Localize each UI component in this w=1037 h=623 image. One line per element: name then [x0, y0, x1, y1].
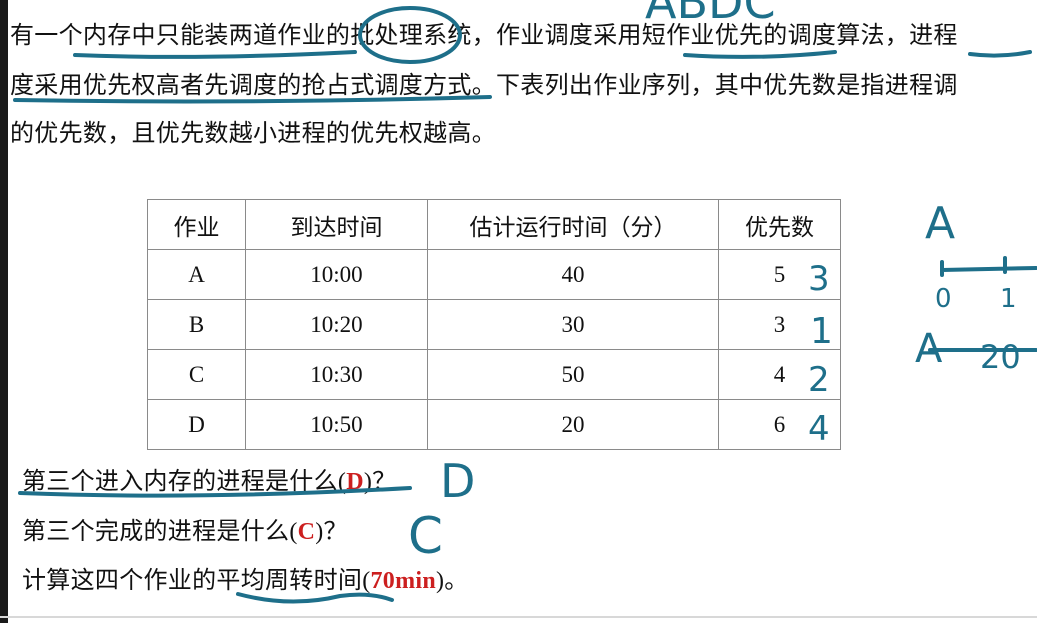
cell-arrival: 10:30: [245, 349, 428, 400]
table-row: B 10:20 30 3: [147, 299, 841, 350]
question-3-text: 计算这四个作业的平均周转时间: [22, 566, 363, 594]
problem-text-line-3: 的优先数，且优先数越小进程的优先权越高。: [10, 119, 496, 147]
question-2-text: 第三个完成的进程是什么: [22, 517, 290, 545]
underline-short-job: [683, 50, 837, 59]
handwritten-answer-d: D: [440, 454, 475, 508]
handwritten-tick-1: 1: [1000, 284, 1017, 314]
timeline-axis: [940, 256, 1037, 277]
table-row: D 10:50 20 6: [147, 399, 841, 450]
cell-priority: 4: [718, 349, 841, 400]
cell-job: C: [147, 349, 246, 400]
job-table: 作业 到达时间 估计运行时间（分） 优先数 A 10:00 40 5 B 10:…: [147, 199, 841, 450]
cell-arrival: 10:50: [245, 399, 428, 450]
cell-job: A: [147, 249, 246, 300]
handwritten-timeline2-label: A: [915, 326, 943, 372]
handwritten-tick-0: 0: [935, 284, 952, 314]
question-1-open: (: [337, 469, 347, 495]
handwritten-answer-c: C: [408, 507, 443, 565]
table-header-row: 作业 到达时间 估计运行时间（分） 优先数: [147, 199, 841, 250]
cell-runtime: 50: [427, 349, 719, 400]
question-2-open: (: [289, 519, 298, 545]
problem-text-line-2: 度采用优先权高者先调度的抢占式调度方式。下表列出作业序列，其中优先数是指进程调: [10, 71, 958, 99]
cell-runtime: 40: [427, 249, 719, 300]
question-3: 计算这四个作业的平均周转时间(70min)。: [22, 565, 469, 596]
table-row: C 10:30 50 4: [147, 349, 841, 400]
question-1-close: )？: [363, 469, 397, 495]
question-2: 第三个完成的进程是什么(C)？: [22, 516, 348, 547]
handwritten-timeline-label: A: [925, 198, 955, 249]
underline-process: [968, 50, 1032, 58]
underline-memory: [73, 50, 357, 59]
handwritten-timeline2-value: 20: [980, 338, 1021, 376]
cell-runtime: 20: [427, 399, 719, 450]
header-job: 作业: [147, 199, 246, 250]
question-1-text: 第三个进入内存的进程是什么: [22, 467, 338, 495]
cell-priority: 5: [718, 249, 841, 300]
question-2-answer: C: [297, 519, 316, 545]
question-3-close: )。: [436, 568, 469, 594]
cell-job: B: [147, 299, 246, 350]
header-runtime: 估计运行时间（分）: [427, 199, 719, 250]
question-1: 第三个进入内存的进程是什么(D)？: [22, 466, 396, 497]
problem-text-line-1: 有一个内存中只能装两道作业的批处理系统，作业调度采用短作业优先的调度算法，进程: [10, 21, 958, 49]
header-priority: 优先数: [718, 199, 841, 250]
cell-arrival: 10:20: [245, 299, 428, 350]
question-2-close: )？: [315, 519, 348, 545]
cell-priority: 3: [718, 299, 841, 350]
cell-runtime: 30: [427, 299, 719, 350]
bottom-divider: [0, 616, 1037, 618]
question-3-answer: 70min: [370, 568, 437, 594]
header-arrival-time: 到达时间: [245, 199, 428, 250]
cell-priority: 6: [718, 399, 841, 450]
question-1-answer: D: [346, 469, 364, 495]
question-3-open: (: [362, 568, 371, 594]
table-row: A 10:00 40 5: [147, 249, 841, 300]
left-edge-bar: [0, 0, 8, 623]
cell-arrival: 10:00: [245, 249, 428, 300]
cell-job: D: [147, 399, 246, 450]
